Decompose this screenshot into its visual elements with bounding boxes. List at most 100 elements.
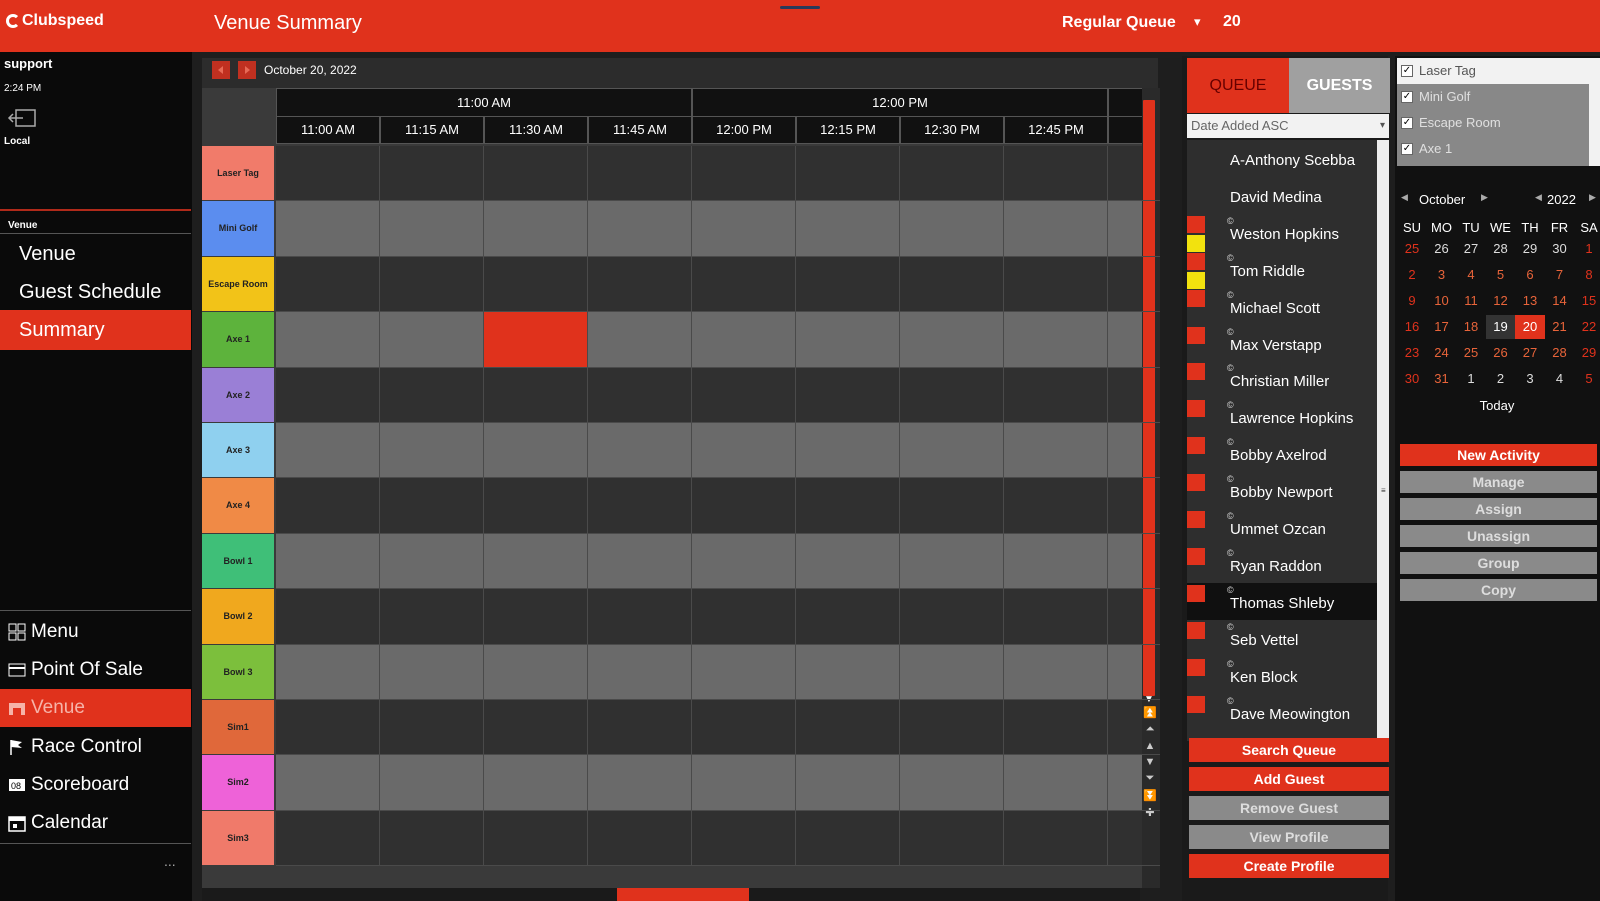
guest-list-item[interactable]: © Bobby Axelrod [1187,435,1377,473]
guest-list-item[interactable]: © Ryan Raddon [1187,546,1377,584]
schedule-cell[interactable] [900,700,1004,756]
schedule-cell[interactable] [900,589,1004,645]
schedule-cell[interactable] [1108,700,1160,756]
resource-label[interactable]: Bowl 2 [202,589,274,644]
calendar-day[interactable]: 14 [1545,289,1575,313]
schedule-cell[interactable] [1108,534,1160,590]
horizontal-scroll-thumb[interactable] [617,888,749,901]
manage-button[interactable]: Manage [1400,471,1597,493]
resource-label[interactable]: Axe 3 [202,423,274,478]
checkbox[interactable]: ✓ [1401,91,1413,103]
schedule-cell[interactable] [1004,700,1108,756]
schedule-cell[interactable] [380,367,484,423]
resource-label[interactable]: Sim1 [202,700,274,755]
schedule-cell[interactable] [692,755,796,811]
schedule-cell[interactable] [484,146,588,202]
prev-month-icon[interactable]: ◀ [1401,192,1408,203]
schedule-cell[interactable] [900,146,1004,202]
nav-menu[interactable]: Menu [0,613,191,651]
calendar-day[interactable]: 16 [1397,315,1427,339]
schedule-cell[interactable] [796,312,900,368]
schedule-cell[interactable] [900,810,1004,867]
schedule-cell[interactable] [796,700,900,756]
tab-guests[interactable]: GUESTS [1289,58,1390,113]
brand-logo[interactable]: Clubspeed [6,12,104,30]
calendar-day[interactable]: 11 [1456,289,1486,313]
schedule-cell[interactable] [692,201,796,257]
guest-list-item[interactable]: © Bobby Newport [1187,472,1377,510]
booking-block[interactable] [484,312,588,368]
checkbox[interactable]: ✓ [1401,117,1413,129]
schedule-cell[interactable] [588,423,692,479]
guest-list-item[interactable]: © Christian Miller [1187,361,1377,399]
next-month-icon[interactable]: ▶ [1481,192,1488,203]
calendar-day[interactable]: 27 [1456,237,1486,261]
schedule-cell[interactable] [484,423,588,479]
calendar-day[interactable]: 10 [1427,289,1457,313]
calendar-day[interactable]: 2 [1397,263,1427,287]
schedule-cell[interactable] [796,644,900,700]
resource-label[interactable]: Escape Room [202,256,274,312]
guest-list-item[interactable]: © Weston Hopkins [1187,214,1377,252]
search-queue-button[interactable]: Search Queue [1189,738,1389,762]
filter-item[interactable]: ✓ Mini Golf [1397,84,1589,110]
schedule-cell[interactable] [380,478,484,534]
schedule-cell[interactable] [588,201,692,257]
schedule-cell[interactable] [1108,811,1160,867]
add-guest-button[interactable]: Add Guest [1189,767,1389,791]
schedule-cell[interactable] [484,700,588,756]
schedule-cell[interactable] [1004,589,1108,645]
calendar-day[interactable]: 13 [1515,289,1545,313]
calendar-day[interactable]: 30 [1397,367,1427,391]
schedule-cell[interactable] [692,367,796,423]
schedule-cell[interactable] [276,589,380,645]
schedule-cell[interactable] [380,589,484,645]
sidebar-item-venue[interactable]: Venue [0,234,191,274]
calendar-day[interactable]: 30 [1545,237,1575,261]
queue-selector[interactable]: Regular Queue [1062,14,1176,32]
guest-list-item[interactable]: © Michael Scott [1187,288,1377,326]
schedule-cell[interactable] [900,533,1004,590]
schedule-cell[interactable] [1004,533,1108,590]
schedule-cell[interactable] [796,755,900,811]
nav-point-of-sale[interactable]: Point Of Sale [0,651,191,689]
resource-label[interactable]: Bowl 1 [202,533,274,589]
schedule-cell[interactable] [380,810,484,867]
calendar-day[interactable]: 8 [1574,263,1600,287]
schedule-cell[interactable] [796,533,900,590]
assign-button[interactable]: Assign [1400,498,1597,520]
guest-list-item[interactable]: David Medina [1187,177,1377,215]
schedule-cell[interactable] [1108,257,1160,313]
sidebar-item-summary[interactable]: Summary [0,310,191,350]
calendar-day[interactable]: 3 [1515,367,1545,391]
schedule-cell[interactable] [380,755,484,811]
schedule-cell[interactable] [900,367,1004,423]
schedule-cell[interactable] [588,256,692,313]
today-link[interactable]: Today [1397,398,1597,413]
unassign-button[interactable]: Unassign [1400,525,1597,547]
schedule-cell[interactable] [900,478,1004,534]
schedule-cell[interactable] [1108,645,1160,700]
schedule-cell[interactable] [276,256,380,313]
schedule-cell[interactable] [1004,146,1108,202]
remove-guest-button[interactable]: Remove Guest [1189,796,1389,820]
schedule-cell[interactable] [484,478,588,534]
schedule-cell[interactable] [588,312,692,368]
calendar-day[interactable]: 25 [1397,237,1427,261]
calendar-day[interactable]: 19 [1485,315,1516,339]
schedule-cell[interactable] [484,533,588,590]
schedule-cell[interactable] [380,312,484,368]
new-activity-button[interactable]: New Activity [1400,444,1597,466]
filter-item[interactable]: ✓ Axe 1 [1397,136,1589,162]
schedule-cell[interactable] [900,644,1004,700]
guest-list-item[interactable]: © Lawrence Hopkins [1187,398,1377,436]
schedule-cell[interactable] [1004,312,1108,368]
schedule-cell[interactable] [1108,423,1160,479]
schedule-cell[interactable] [276,755,380,811]
resource-label[interactable]: Axe 1 [202,312,274,367]
resource-label[interactable]: Axe 2 [202,367,274,422]
schedule-cell[interactable] [276,810,380,867]
guest-list-scrollbar[interactable] [1377,140,1389,741]
schedule-cell[interactable] [588,367,692,423]
schedule-cell[interactable] [484,256,588,313]
